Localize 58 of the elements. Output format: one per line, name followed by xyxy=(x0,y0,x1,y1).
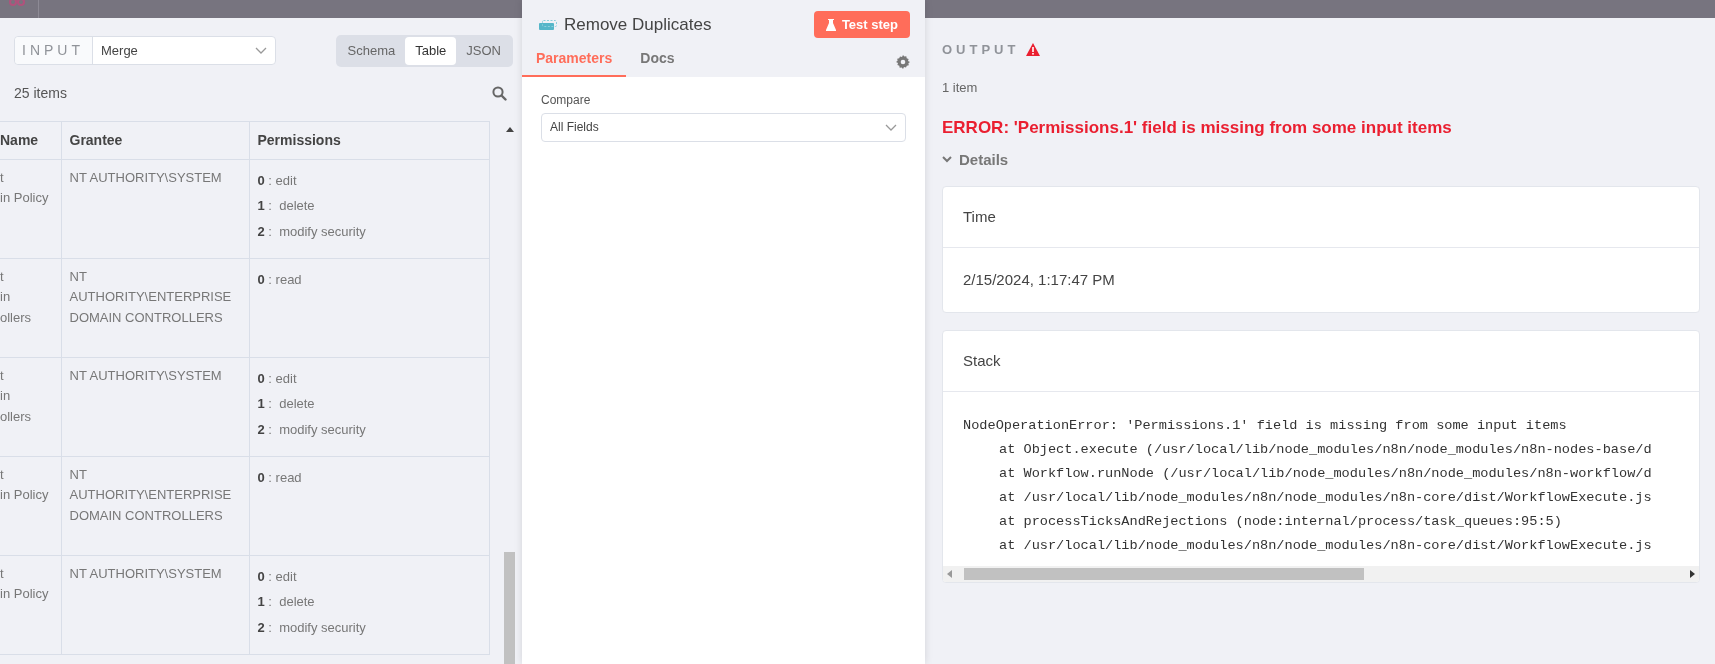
chevron-icon[interactable] xyxy=(942,156,952,164)
permission-entry: 1 : delete xyxy=(257,395,316,414)
table-cell: t in ollers xyxy=(0,357,61,456)
details-toggle[interactable]: Details xyxy=(959,148,1009,171)
error-message: ERROR: 'Permissions.1' field is missing from some input items xyxy=(942,117,1452,139)
scrollbar-thumb[interactable] xyxy=(503,551,515,664)
scroll-right-icon[interactable] xyxy=(1690,570,1695,578)
view-tab[interactable]: JSON xyxy=(456,37,511,65)
flask-icon xyxy=(825,18,836,31)
table-cell: t in Policy xyxy=(0,159,61,258)
permission-entry: 2 : modify security xyxy=(257,420,367,439)
node-tab[interactable]: Parameters xyxy=(522,48,627,77)
test-step-button[interactable]: Test step xyxy=(813,10,910,39)
node-tab[interactable]: Docs xyxy=(626,48,689,77)
view-tab[interactable]: Schema xyxy=(337,37,406,65)
compare-select[interactable]: All Fields xyxy=(541,112,906,142)
item-count: 25 items xyxy=(14,84,67,103)
permission-entry: 1 : delete xyxy=(257,197,316,216)
permission-entry: 0 : edit xyxy=(257,171,298,190)
settings-icon[interactable] xyxy=(896,55,910,69)
table-cell: t in Policy xyxy=(0,456,61,555)
permission-entry: 1 : delete xyxy=(257,593,316,612)
node-title: Remove Duplicates xyxy=(564,13,712,36)
scroll-left-icon[interactable] xyxy=(947,570,952,578)
search-icon[interactable] xyxy=(492,86,507,101)
chevron-down-icon xyxy=(885,123,897,131)
column-header: Permissions xyxy=(249,121,489,159)
table-cell: NT AUTHORITY\SYSTEM xyxy=(61,357,249,456)
stack-line: at Object.execute (/usr/local/lib/node_modules/n8n/node_modules/n8n-nodes-base/d xyxy=(998,441,1652,459)
card-title: Time xyxy=(943,187,1699,248)
table-cell: NT AUTHORITY\ENTERPRISE DOMAIN CONTROLLERS xyxy=(61,456,249,555)
item-count: 1 item xyxy=(942,78,978,97)
node-icon xyxy=(539,19,557,30)
table-cell: t in Policy xyxy=(0,555,61,654)
stack-line: at Workflow.runNode (/usr/local/lib/node_modules/n8n/node_modules/n8n-workflow/d xyxy=(998,465,1652,483)
stack-line: NodeOperationError: 'Permissions.1' field is missing from some input items xyxy=(963,417,1568,435)
column-header: Name xyxy=(0,121,61,159)
card-title: Stack xyxy=(943,331,1699,392)
parameter-label: Compare xyxy=(541,92,592,109)
card-value: 2/15/2024, 1:17:47 PM xyxy=(962,269,1116,290)
output-label: OUTPUT xyxy=(942,41,1020,59)
view-tab[interactable]: Table xyxy=(405,37,457,65)
table-cell: NT AUTHORITY\SYSTEM xyxy=(61,159,249,258)
column-header: Grantee xyxy=(61,121,249,159)
stack-line: at processTicksAndRejections (node:internal/process/task_queues:95:5) xyxy=(998,513,1562,531)
permission-entry: 2 : modify security xyxy=(257,618,367,637)
permission-entry: 0 : edit xyxy=(257,567,298,586)
permission-entry: 2 : modify security xyxy=(257,222,367,241)
table-cell: NT AUTHORITY\ENTERPRISE DOMAIN CONTROLLERS xyxy=(61,258,249,357)
permission-entry: 0 : read xyxy=(257,468,303,487)
stack-line: at /usr/local/lib/node_modules/n8n/node_modules/n8n-core/dist/WorkflowExecute.js xyxy=(998,537,1652,555)
permission-entry: 0 : read xyxy=(257,270,303,289)
table-cell: t in ollers xyxy=(0,258,61,357)
table-cell: NT AUTHORITY\SYSTEM xyxy=(61,555,249,654)
scroll-up-icon[interactable] xyxy=(505,126,514,132)
scrollbar-thumb[interactable] xyxy=(964,568,1364,580)
permission-entry: 0 : edit xyxy=(257,369,298,388)
stack-line: at /usr/local/lib/node_modules/n8n/node_modules/n8n-core/dist/WorkflowExecute.js xyxy=(998,489,1652,507)
